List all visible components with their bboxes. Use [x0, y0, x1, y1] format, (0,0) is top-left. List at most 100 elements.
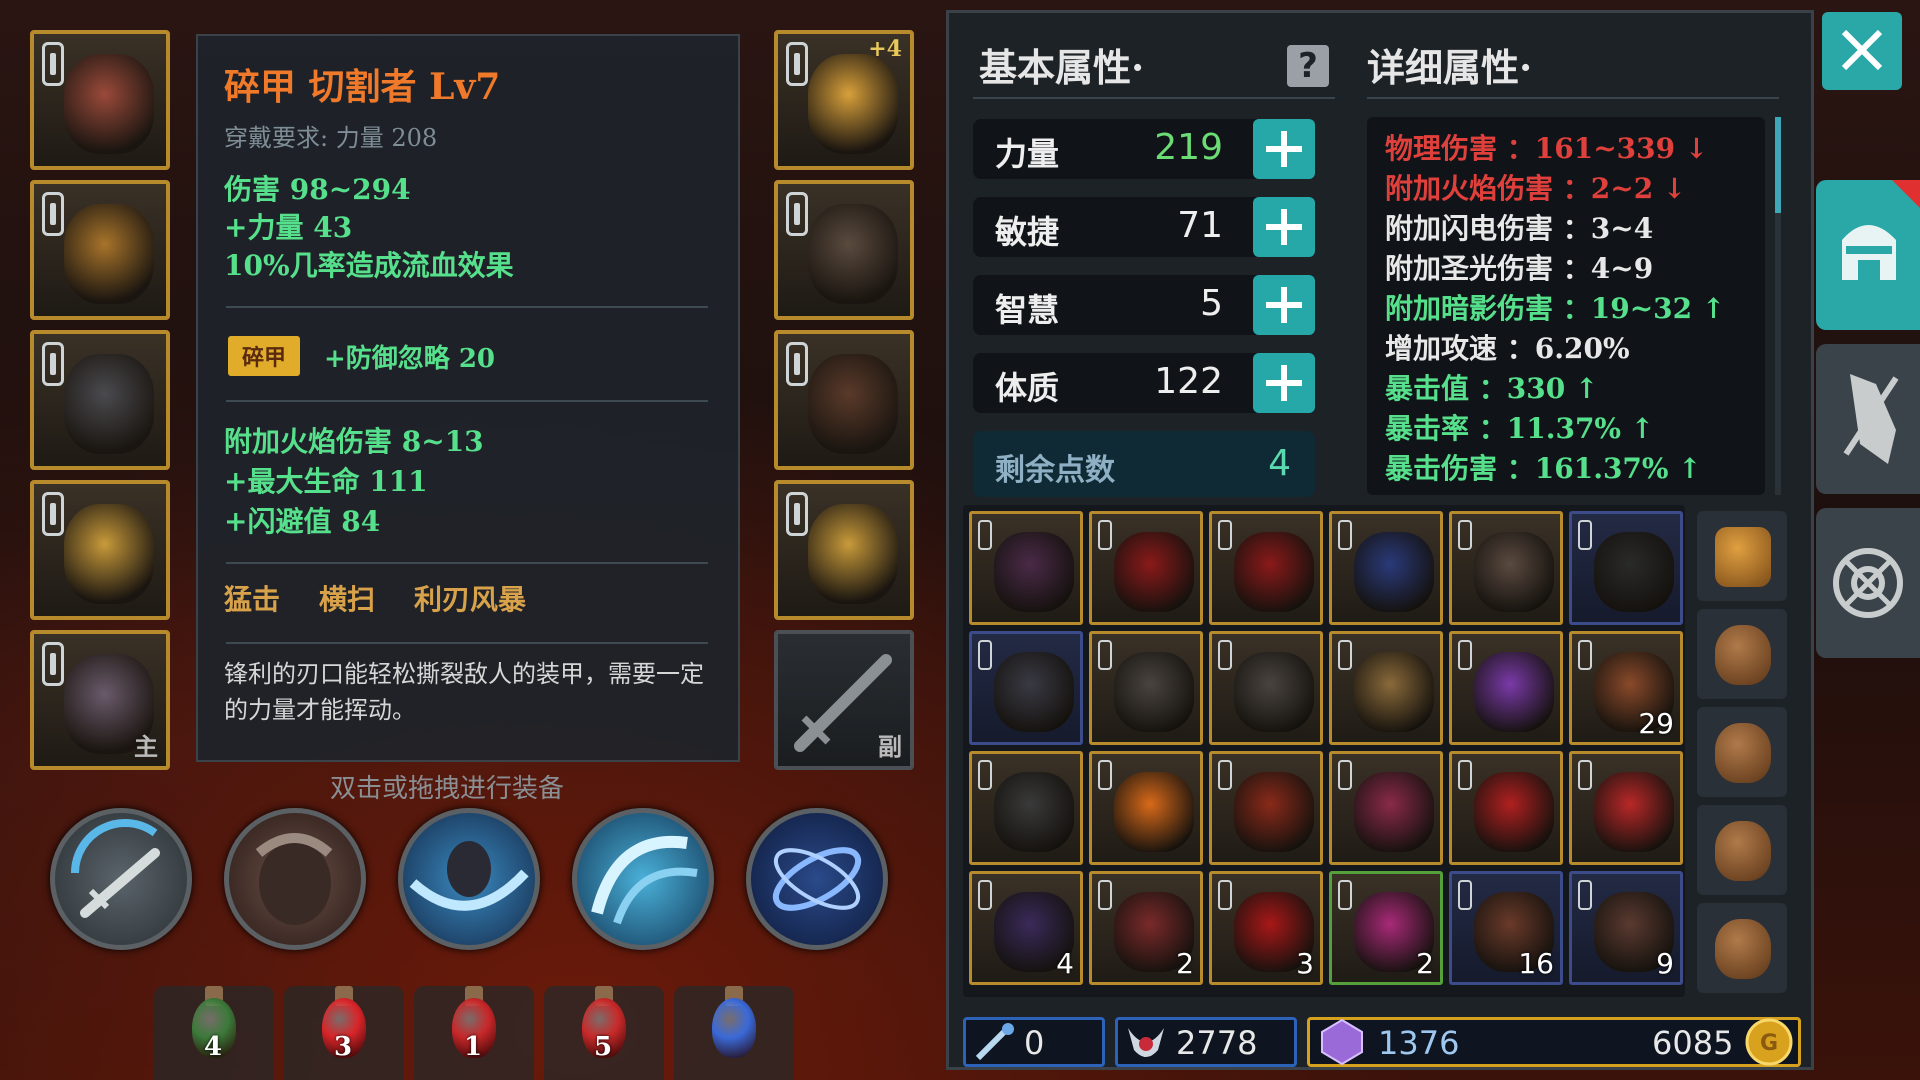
remaining-label: 剩余点数 [995, 453, 1115, 488]
inventory-slot-red-scale[interactable] [1449, 751, 1563, 865]
potion-slot[interactable] [674, 986, 794, 1080]
skill-sweep[interactable] [398, 808, 540, 950]
blue-claw-icon [1354, 532, 1434, 612]
bag-slot-pouch[interactable] [1697, 805, 1787, 895]
inventory-slot-dark-ore[interactable]: 4 [969, 871, 1083, 985]
detail-attributes-title: 详细属性· [1367, 45, 1533, 90]
detail-scrollbar-thumb[interactable] [1775, 117, 1781, 213]
inventory-grid: 29 4 2 3 2 16 9 [963, 505, 1685, 997]
item-type-badge: 碎甲 [228, 336, 301, 376]
potion-count: 5 [594, 1032, 613, 1062]
stat-label: 智慧 [995, 291, 1060, 329]
slot-tag: 主 [134, 732, 158, 761]
inventory-slot-coal-ore[interactable] [969, 751, 1083, 865]
key-counter: 0 [963, 1017, 1105, 1067]
bag-slot-small-bag[interactable] [1697, 609, 1787, 699]
inventory-slot-flesh-ball[interactable] [1329, 751, 1443, 865]
stat-value: 219 [1154, 127, 1223, 168]
equip-slot-helmet[interactable] [30, 30, 170, 170]
extra-line: 附加火焰伤害 8~13 [224, 425, 484, 458]
help-icon[interactable]: ? [1287, 45, 1329, 87]
inventory-slot-red-crystal[interactable]: 3 [1209, 871, 1323, 985]
add-agility-button[interactable] [1253, 197, 1315, 257]
inventory-slot-scythe[interactable] [1569, 511, 1683, 625]
inventory-slot-double-axe-2[interactable] [1209, 631, 1323, 745]
skill-whirlwind[interactable] [746, 808, 888, 950]
stat-label: 力量 [995, 135, 1060, 173]
lock-icon [1338, 640, 1352, 670]
add-wisdom-button[interactable] [1253, 275, 1315, 335]
lock-icon [1578, 520, 1592, 550]
item-skills: 猛击 横扫 利刃风暴 [224, 583, 526, 616]
stat-wisdom: 智慧 5 [973, 275, 1315, 335]
bag-slot-backpack[interactable] [1697, 511, 1787, 601]
inventory-slot-battle-axe[interactable] [1449, 511, 1563, 625]
inventory-slot-leather-bag[interactable] [1329, 631, 1443, 745]
inventory-slot-dark-fur[interactable]: 9 [1569, 871, 1683, 985]
red-scale-icon [1474, 772, 1554, 852]
tab-equipment[interactable] [1816, 180, 1920, 330]
svg-text:G: G [1760, 1031, 1778, 1056]
lock-icon [1578, 640, 1592, 670]
tab-settings[interactable] [1816, 508, 1920, 658]
slot-tag: 副 [878, 732, 902, 761]
potion-count: 3 [334, 1032, 353, 1062]
lock-icon [786, 492, 808, 536]
lock-icon [1458, 880, 1472, 910]
inventory-slot-red-feather[interactable] [1209, 751, 1323, 865]
inventory-slot-blue-claw[interactable] [1329, 511, 1443, 625]
stat-agility: 敏捷 71 [973, 197, 1315, 257]
inventory-slot-pink-beast[interactable]: 2 [1329, 871, 1443, 985]
equip-slot-necklace[interactable]: +4 [774, 30, 914, 170]
lock-icon [1578, 760, 1592, 790]
inventory-slot-red-axe-2[interactable] [1209, 511, 1323, 625]
bag-slot-pouch[interactable] [1697, 903, 1787, 993]
equip-hint: 双击或拖拽进行装备 [330, 774, 565, 804]
enhance-level: +4 [868, 36, 902, 62]
soul-icon [1128, 1028, 1164, 1057]
potion-slot[interactable]: 3 [284, 986, 404, 1080]
divider [973, 97, 1335, 99]
potion-slot[interactable]: 5 [544, 986, 664, 1080]
base-line: 伤害 98~294 [224, 173, 411, 206]
equip-slot-gloves[interactable] [774, 180, 914, 320]
base-line: +力量 43 [224, 211, 353, 244]
add-constitution-button[interactable] [1253, 353, 1315, 413]
red-feather-icon [1234, 772, 1314, 852]
skill-blade-storm[interactable] [572, 808, 714, 950]
lock-icon [1218, 880, 1232, 910]
detail-scrollbar-track[interactable] [1775, 117, 1781, 495]
inventory-slot-red-egg[interactable] [1569, 751, 1683, 865]
skill-slam[interactable] [224, 808, 366, 950]
equip-slot-main-weapon[interactable]: 主 [30, 630, 170, 770]
inventory-slot-spiked-mace[interactable] [969, 631, 1083, 745]
equip-slot-offhand-sword[interactable]: 副 [774, 630, 914, 770]
equip-slot-shoulder-armor[interactable] [30, 330, 170, 470]
divider [226, 642, 708, 644]
inventory-slot-fire-crystal[interactable] [1089, 751, 1203, 865]
item-quantity: 4 [1056, 947, 1074, 980]
inventory-slot-red-rock[interactable]: 2 [1089, 871, 1203, 985]
equip-slot-chest-armor[interactable] [30, 180, 170, 320]
inventory-slot-red-axe[interactable] [1089, 511, 1203, 625]
inventory-slot-swirl-orb[interactable]: 29 [1569, 631, 1683, 745]
equip-slot-ring-2[interactable] [774, 480, 914, 620]
equip-slot-ring[interactable] [30, 480, 170, 620]
skill-basic-attack[interactable] [50, 808, 192, 950]
equip-slot-boots[interactable] [774, 330, 914, 470]
inventory-slot-bow[interactable] [969, 511, 1083, 625]
divider [1367, 97, 1779, 99]
tab-skills[interactable] [1816, 344, 1920, 494]
bag-slot-pouch[interactable] [1697, 707, 1787, 797]
soul-count: 2778 [1176, 1024, 1258, 1062]
inventory-slot-purple-potion[interactable] [1449, 631, 1563, 745]
potion-slot[interactable]: 4 [154, 986, 274, 1080]
close-button[interactable] [1822, 12, 1902, 90]
key-count: 0 [1024, 1024, 1045, 1062]
inventory-slot-brown-fur[interactable]: 16 [1449, 871, 1563, 985]
potion-slot[interactable]: 1 [414, 986, 534, 1080]
gold-coin-icon: G [1745, 1018, 1793, 1066]
remaining-points: 剩余点数 4 [973, 431, 1315, 497]
add-strength-button[interactable] [1253, 119, 1315, 179]
inventory-slot-double-axe[interactable] [1089, 631, 1203, 745]
